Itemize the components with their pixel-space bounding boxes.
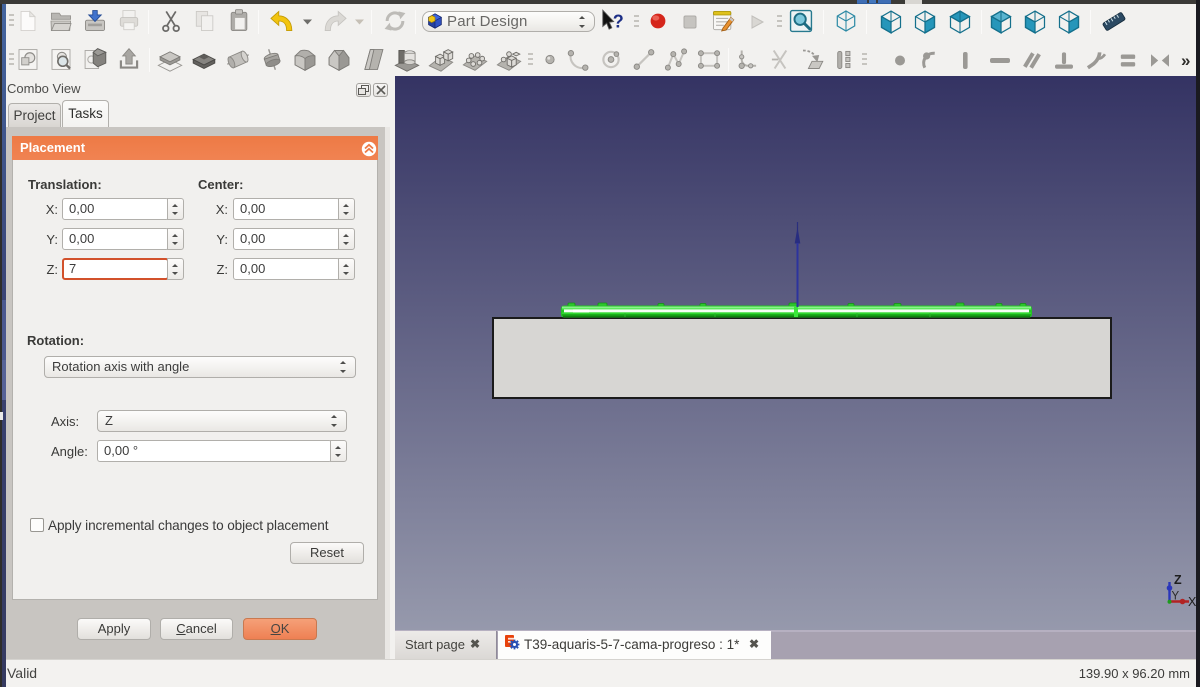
- svg-text:Y: Y: [1172, 591, 1180, 603]
- svg-text:»: »: [1181, 51, 1190, 70]
- svg-text:X: X: [1188, 595, 1196, 609]
- svg-text:?: ?: [613, 11, 624, 31]
- svg-text:Z: Z: [1174, 573, 1182, 587]
